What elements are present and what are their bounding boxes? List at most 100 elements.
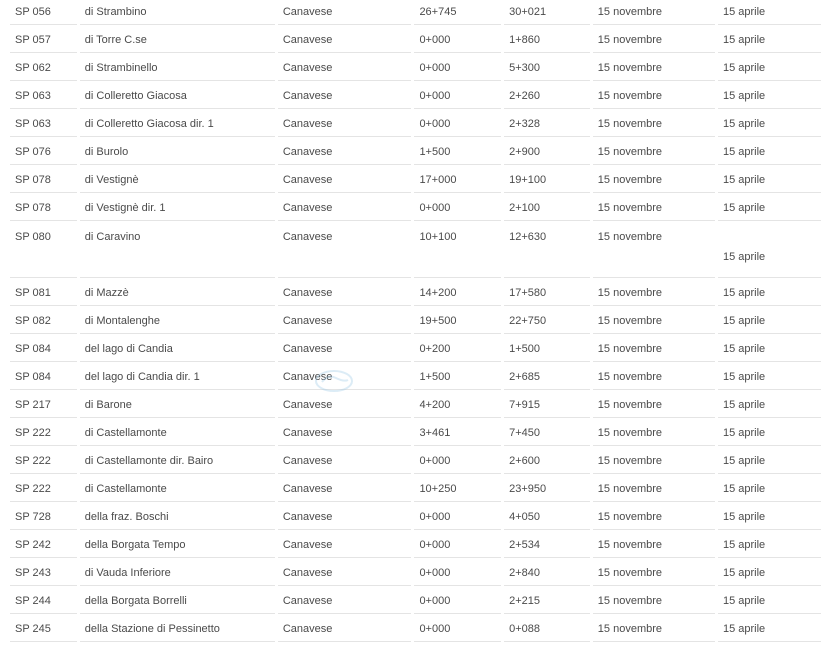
km-to-cell: 2+215 xyxy=(504,589,590,614)
road-name-cell: di Vestignè dir. 1 xyxy=(79,196,275,221)
km-from-cell: 3+461 xyxy=(414,421,502,446)
road-code-cell: SP 081 xyxy=(10,281,77,306)
km-to-cell: 7+450 xyxy=(504,421,590,446)
road-code-cell: SP 056 xyxy=(10,0,77,25)
road-code-cell: SP 242 xyxy=(10,533,77,558)
road-name-cell: di Strambinello xyxy=(79,56,275,81)
road-name-cell: di Castellamonte dir. Bairo xyxy=(79,449,275,474)
start-date-cell: 15 novembre xyxy=(592,449,715,474)
start-date-cell: 15 novembre xyxy=(592,365,715,390)
zone-cell: Canavese xyxy=(277,281,412,306)
road-code-cell: SP 243 xyxy=(10,561,77,586)
km-to-cell: 12+630 xyxy=(504,224,590,278)
road-name-cell: di Castellamonte xyxy=(79,477,275,502)
zone-cell: Canavese xyxy=(277,56,412,81)
table-row: SP 076 di Burolo Canavese 1+500 2+900 15… xyxy=(10,140,821,165)
table-row: SP 222 di Castellamonte dir. Bairo Canav… xyxy=(10,449,821,474)
end-date-cell: 15 aprile xyxy=(717,168,821,193)
table-row: SP 217 di Barone Canavese 4+200 7+915 15… xyxy=(10,393,821,418)
zone-cell: Canavese xyxy=(277,393,412,418)
km-from-cell: 0+000 xyxy=(414,449,502,474)
start-date-cell: 15 novembre xyxy=(592,477,715,502)
km-to-cell: 2+685 xyxy=(504,365,590,390)
km-from-cell: 0+000 xyxy=(414,617,502,642)
watermark-logo-icon xyxy=(315,370,353,392)
start-date-cell: 15 novembre xyxy=(592,337,715,362)
table-row: SP 078 di Vestignè dir. 1 Canavese 0+000… xyxy=(10,196,821,221)
end-date-cell: 15 aprile xyxy=(717,449,821,474)
km-from-cell: 14+200 xyxy=(414,281,502,306)
km-to-cell: 30+021 xyxy=(504,0,590,25)
zone-cell: Canavese xyxy=(277,112,412,137)
end-date-cell: 15 aprile xyxy=(717,56,821,81)
km-from-cell: 26+745 xyxy=(414,0,502,25)
road-code-cell: SP 084 xyxy=(10,365,77,390)
km-to-cell: 2+900 xyxy=(504,140,590,165)
km-to-cell: 22+750 xyxy=(504,309,590,334)
km-from-cell: 0+000 xyxy=(414,533,502,558)
km-to-cell: 1+500 xyxy=(504,337,590,362)
table-row: SP 242 della Borgata Tempo Canavese 0+00… xyxy=(10,533,821,558)
zone-cell: Canavese xyxy=(277,168,412,193)
road-code-cell: SP 062 xyxy=(10,56,77,81)
road-name-cell: del lago di Candia dir. 1 xyxy=(79,365,275,390)
table-row: SP 078 di Vestignè Canavese 17+000 19+10… xyxy=(10,168,821,193)
end-date-cell: 15 aprile xyxy=(717,140,821,165)
start-date-cell: 15 novembre xyxy=(592,0,715,25)
start-date-cell: 15 novembre xyxy=(592,309,715,334)
end-date-cell: 15 aprile xyxy=(717,112,821,137)
km-from-cell: 0+000 xyxy=(414,589,502,614)
road-code-cell: SP 222 xyxy=(10,449,77,474)
table-row: SP 082 di Montalenghe Canavese 19+500 22… xyxy=(10,309,821,334)
table-row: SP 063 di Colleretto Giacosa dir. 1 Cana… xyxy=(10,112,821,137)
end-date-cell: 15 aprile xyxy=(717,477,821,502)
table-row: SP 245 della Stazione di Pessinetto Cana… xyxy=(10,617,821,642)
end-date-cell: 15 aprile xyxy=(717,393,821,418)
start-date-cell: 15 novembre xyxy=(592,505,715,530)
end-date-cell: 15 aprile xyxy=(717,365,821,390)
table-row: SP 244 della Borgata Borrelli Canavese 0… xyxy=(10,589,821,614)
end-date-cell: 15 aprile xyxy=(717,84,821,109)
zone-cell: Canavese xyxy=(277,140,412,165)
table-row: SP 728 della fraz. Boschi Canavese 0+000… xyxy=(10,505,821,530)
end-date-cell: 15 aprile xyxy=(717,0,821,25)
table-row: SP 084 del lago di Candia Canavese 0+200… xyxy=(10,337,821,362)
km-to-cell: 2+600 xyxy=(504,449,590,474)
road-name-cell: della Borgata Tempo xyxy=(79,533,275,558)
road-name-cell: della Borgata Borrelli xyxy=(79,589,275,614)
start-date-cell: 15 novembre xyxy=(592,533,715,558)
km-from-cell: 0+200 xyxy=(414,337,502,362)
zone-cell: Canavese xyxy=(277,561,412,586)
start-date-cell: 15 novembre xyxy=(592,112,715,137)
start-date-cell: 15 novembre xyxy=(592,393,715,418)
start-date-cell: 15 novembre xyxy=(592,281,715,306)
road-name-cell: di Montalenghe xyxy=(79,309,275,334)
zone-cell: Canavese xyxy=(277,84,412,109)
end-date-cell: 15 aprile xyxy=(717,196,821,221)
zone-cell: Canavese xyxy=(277,421,412,446)
road-name-cell: di Colleretto Giacosa dir. 1 xyxy=(79,112,275,137)
road-code-cell: SP 244 xyxy=(10,589,77,614)
km-to-cell: 0+088 xyxy=(504,617,590,642)
km-to-cell: 4+050 xyxy=(504,505,590,530)
end-date-cell: 15 aprile xyxy=(717,533,821,558)
road-name-cell: di Vestignè xyxy=(79,168,275,193)
end-date-cell: 15 aprile xyxy=(717,281,821,306)
zone-cell: Canavese xyxy=(277,477,412,502)
km-from-cell: 0+000 xyxy=(414,56,502,81)
road-name-cell: di Caravino xyxy=(79,224,275,278)
start-date-cell: 15 novembre xyxy=(592,140,715,165)
km-from-cell: 1+500 xyxy=(414,140,502,165)
road-name-cell: di Barone xyxy=(79,393,275,418)
table-row: SP 222 di Castellamonte Canavese 3+461 7… xyxy=(10,421,821,446)
table-row: SP 243 di Vauda Inferiore Canavese 0+000… xyxy=(10,561,821,586)
zone-cell: Canavese xyxy=(277,28,412,53)
km-from-cell: 4+200 xyxy=(414,393,502,418)
zone-cell: Canavese xyxy=(277,196,412,221)
road-code-cell: SP 217 xyxy=(10,393,77,418)
road-name-cell: di Vauda Inferiore xyxy=(79,561,275,586)
km-from-cell: 10+250 xyxy=(414,477,502,502)
road-name-cell: di Torre C.se xyxy=(79,28,275,53)
km-to-cell: 19+100 xyxy=(504,168,590,193)
start-date-cell: 15 novembre xyxy=(592,617,715,642)
